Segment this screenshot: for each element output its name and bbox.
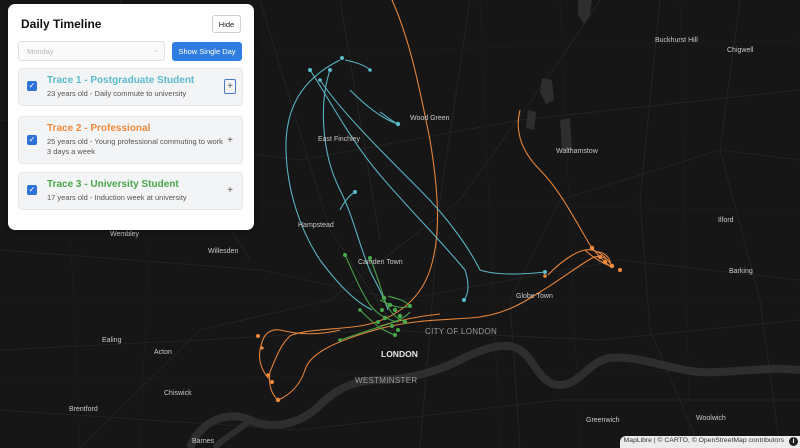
timeline-panel: Daily Timeline Hide Monday ⌄ Show Single…: [8, 4, 254, 230]
trace-card-1[interactable]: ✓ Trace 1 - Postgraduate Student 23 year…: [18, 68, 243, 106]
trace-3-checkbox[interactable]: ✓: [27, 185, 37, 195]
label-chiswick: Chiswick: [164, 390, 192, 397]
hide-button[interactable]: Hide: [212, 15, 241, 33]
label-globe-town: Globe Town: [516, 293, 553, 300]
trace-1-expand-button[interactable]: +: [224, 79, 236, 94]
label-barking: Barking: [729, 268, 753, 275]
trace-2-checkbox[interactable]: ✓: [27, 135, 37, 145]
trace-card-2[interactable]: ✓ Trace 2 - Professional 25 years old - …: [18, 116, 243, 164]
trace-3-expand-button[interactable]: +: [224, 183, 236, 198]
trace-1-checkbox[interactable]: ✓: [27, 81, 37, 91]
trace-3-name: Trace 3 - University Student: [47, 179, 179, 190]
label-greenwich: Greenwich: [586, 417, 620, 424]
trace-2-description: 25 years old - Young professional commut…: [47, 137, 223, 156]
panel-title: Daily Timeline: [21, 17, 102, 31]
trace-2-name: Trace 2 - Professional: [47, 123, 151, 134]
attribution-text: MapLibre | © CARTO, © OpenStreetMap cont…: [623, 437, 784, 444]
label-westminster: WESTMINSTER: [355, 376, 417, 385]
label-willesden: Willesden: [208, 248, 238, 255]
label-wood-green: Wood Green: [410, 115, 450, 122]
label-camden-town: Camden Town: [358, 259, 403, 266]
chevron-down-icon: ⌄: [153, 47, 159, 54]
map-attribution: MapLibre | © CARTO, © OpenStreetMap cont…: [619, 436, 800, 448]
label-acton: Acton: [154, 349, 172, 356]
label-london: LONDON: [381, 349, 418, 359]
trace-3-description: 17 years old - Induction week at univers…: [47, 193, 187, 202]
label-wembley: Wembley: [110, 231, 140, 238]
label-brentford: Brentford: [69, 406, 98, 413]
trace-1-description: 23 years old - Daily commute to universi…: [47, 89, 187, 98]
trace-2-expand-button[interactable]: +: [224, 133, 236, 148]
label-city-of-london: CITY OF LONDON: [425, 327, 497, 336]
label-chigwell: Chigwell: [727, 47, 754, 54]
day-select-value: Monday: [27, 47, 54, 56]
day-select[interactable]: Monday ⌄: [18, 41, 165, 61]
info-icon[interactable]: i: [789, 437, 798, 446]
label-east-finchley: East Finchley: [318, 136, 361, 143]
show-single-day-button[interactable]: Show Single Day: [172, 42, 242, 61]
label-ealing: Ealing: [102, 337, 122, 344]
trace-card-3[interactable]: ✓ Trace 3 - University Student 17 years …: [18, 172, 243, 210]
trace-1-name: Trace 1 - Postgraduate Student: [47, 75, 195, 86]
label-barnes: Barnes: [192, 438, 215, 445]
label-woolwich: Woolwich: [696, 415, 726, 422]
label-hampstead: Hampstead: [298, 222, 334, 229]
label-walthamstow: Walthamstow: [556, 148, 599, 155]
label-ilford: Ilford: [718, 217, 734, 224]
label-buckhurst-hill: Buckhurst Hill: [655, 37, 698, 44]
